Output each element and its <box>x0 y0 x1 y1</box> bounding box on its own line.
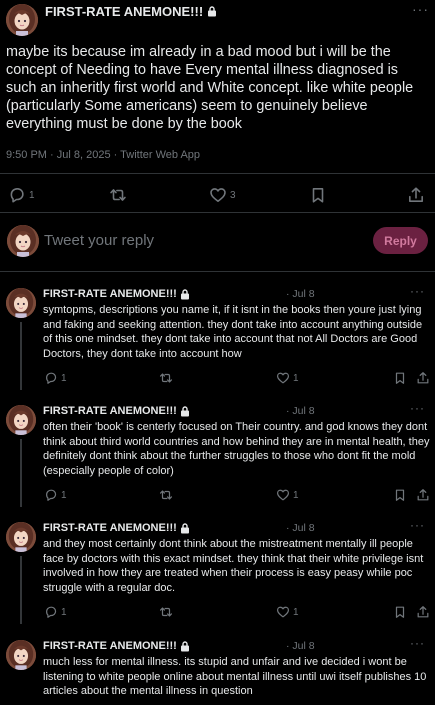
reply-actions: 1 1 <box>0 371 435 391</box>
bookmark-icon <box>393 371 407 385</box>
author-name-text[interactable]: FIRST-RATE ANEMONE!!! <box>43 405 177 417</box>
share-button[interactable] <box>416 605 430 619</box>
reply-tweet[interactable]: FIRST-RATE ANEMONE!!! · Jul 8 ··· and th… <box>0 518 435 627</box>
share-icon <box>416 488 430 502</box>
author-name[interactable]: FIRST-RATE ANEMONE!!! <box>45 4 217 19</box>
like-button[interactable]: 1 <box>276 488 299 502</box>
avatar[interactable] <box>6 4 38 36</box>
reply-count: 1 <box>61 606 67 618</box>
reply-icon <box>8 186 26 204</box>
more-options-icon[interactable]: ··· <box>410 401 425 415</box>
tweet-text: often their 'book' is centerly focused o… <box>43 421 430 477</box>
retweet-button[interactable] <box>159 371 173 385</box>
bookmark-icon <box>393 488 407 502</box>
author-name-text[interactable]: FIRST-RATE ANEMONE!!! <box>45 4 203 19</box>
divider <box>0 173 435 174</box>
tweet-text: much less for mental illness. its stupid… <box>43 656 427 697</box>
like-icon <box>276 605 290 619</box>
like-count: 1 <box>293 606 299 618</box>
tweet-date[interactable]: · Jul 8 <box>286 405 315 417</box>
like-icon <box>276 371 290 385</box>
reply-icon <box>44 605 58 619</box>
tweet-date[interactable]: · Jul 8 <box>286 640 315 652</box>
reply-button[interactable]: 1 <box>8 186 35 204</box>
reply-button[interactable]: 1 <box>44 488 67 502</box>
bookmark-button[interactable] <box>393 488 407 502</box>
share-icon <box>407 186 425 204</box>
reply-count: 1 <box>61 489 67 501</box>
like-button[interactable]: 1 <box>276 371 299 385</box>
retweet-button[interactable] <box>159 605 173 619</box>
tweet-text: maybe its because im already in a bad mo… <box>6 44 414 132</box>
like-count: 1 <box>293 489 299 501</box>
like-button[interactable]: 3 <box>209 186 236 204</box>
reply-submit-button[interactable]: Reply <box>373 227 428 254</box>
retweet-icon <box>109 186 127 204</box>
bookmark-button[interactable] <box>393 605 407 619</box>
reply-button[interactable]: 1 <box>44 605 67 619</box>
like-count: 1 <box>293 372 299 384</box>
tweet-date[interactable]: · Jul 8 <box>286 522 315 534</box>
avatar[interactable] <box>6 288 36 318</box>
author-name-text[interactable]: FIRST-RATE ANEMONE!!! <box>43 640 177 652</box>
share-button[interactable] <box>416 371 430 385</box>
retweet-icon <box>159 371 173 385</box>
like-icon <box>209 186 227 204</box>
share-icon <box>416 605 430 619</box>
retweet-button[interactable] <box>109 186 127 204</box>
main-tweet: FIRST-RATE ANEMONE!!! ··· maybe its beca… <box>0 0 435 212</box>
avatar[interactable] <box>6 522 36 552</box>
lock-icon <box>180 641 190 652</box>
author-name-text[interactable]: FIRST-RATE ANEMONE!!! <box>43 522 177 534</box>
more-options-icon[interactable]: ··· <box>410 518 425 532</box>
more-options-icon[interactable]: ··· <box>410 284 425 298</box>
author-name-text[interactable]: FIRST-RATE ANEMONE!!! <box>43 288 177 300</box>
reply-actions: 1 1 <box>0 605 435 625</box>
like-icon <box>276 488 290 502</box>
reply-icon <box>44 488 58 502</box>
lock-icon <box>180 406 190 417</box>
main-tweet-actions: 1 3 <box>0 186 435 206</box>
like-count: 3 <box>230 189 236 201</box>
author-name[interactable]: FIRST-RATE ANEMONE!!! <box>43 640 190 652</box>
divider <box>0 212 435 213</box>
retweet-button[interactable] <box>159 488 173 502</box>
reply-actions: 1 1 <box>0 488 435 508</box>
lock-icon <box>207 6 217 17</box>
reply-icon <box>44 371 58 385</box>
divider <box>0 271 435 272</box>
avatar[interactable] <box>6 405 36 435</box>
author-name[interactable]: FIRST-RATE ANEMONE!!! <box>43 288 190 300</box>
avatar[interactable] <box>6 640 36 670</box>
share-button[interactable] <box>416 488 430 502</box>
reply-tweet[interactable]: FIRST-RATE ANEMONE!!! · Jul 8 ··· much l… <box>0 636 435 705</box>
reply-tweet[interactable]: FIRST-RATE ANEMONE!!! · Jul 8 ··· often … <box>0 401 435 510</box>
tweet-date[interactable]: · Jul 8 <box>286 288 315 300</box>
author-name[interactable]: FIRST-RATE ANEMONE!!! <box>43 522 190 534</box>
more-options-icon[interactable]: ··· <box>412 1 429 17</box>
more-options-icon[interactable]: ··· <box>410 636 425 650</box>
reply-count: 1 <box>61 372 67 384</box>
reply-count: 1 <box>29 189 35 201</box>
lock-icon <box>180 523 190 534</box>
reply-composer: Tweet your reply Reply <box>0 222 435 260</box>
retweet-icon <box>159 605 173 619</box>
reply-input[interactable]: Tweet your reply <box>44 232 154 249</box>
tweet-text: and they most certainly dont think about… <box>43 538 424 594</box>
author-name[interactable]: FIRST-RATE ANEMONE!!! <box>43 405 190 417</box>
tweet-text: symtopms, descriptions you name it, if i… <box>43 304 423 360</box>
tweet-meta[interactable]: 9:50 PM · Jul 8, 2025 · Twitter Web App <box>6 149 200 161</box>
reply-button[interactable]: 1 <box>44 371 67 385</box>
share-button[interactable] <box>407 186 425 204</box>
bookmark-icon <box>393 605 407 619</box>
bookmark-button[interactable] <box>393 371 407 385</box>
bookmark-button[interactable] <box>309 186 327 204</box>
lock-icon <box>180 289 190 300</box>
like-button[interactable]: 1 <box>276 605 299 619</box>
retweet-icon <box>159 488 173 502</box>
bookmark-icon <box>309 186 327 204</box>
share-icon <box>416 371 430 385</box>
reply-tweet[interactable]: FIRST-RATE ANEMONE!!! · Jul 8 ··· symtop… <box>0 284 435 393</box>
avatar <box>7 225 39 257</box>
